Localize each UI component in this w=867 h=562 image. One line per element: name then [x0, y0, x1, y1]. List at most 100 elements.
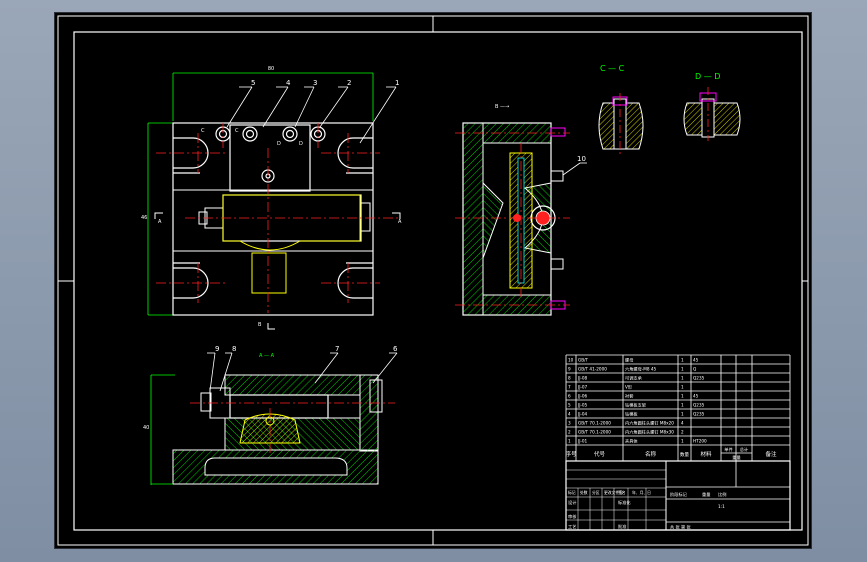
bom-mat: 45 — [693, 394, 699, 399]
bom-qty: 2 — [681, 430, 684, 435]
cad-drawing: 80 46 40 C C D D A A B 5 4 3 2 1 A — A 9… — [57, 15, 809, 546]
bom-header-unit: 单件 — [724, 446, 732, 453]
section-right-wall — [359, 374, 379, 452]
tb-process: 工艺 — [568, 524, 576, 529]
bom-header-no: 序号 — [565, 450, 577, 458]
tb-review: 审核 — [568, 513, 577, 520]
tb-row1-cell: 处数 — [580, 490, 588, 495]
bom-header-name: 名称 — [645, 450, 657, 458]
label-d-2: D — [299, 141, 303, 147]
bom-no: 2 — [568, 430, 571, 435]
balloon-6: 6 — [393, 345, 398, 353]
bom-mat: Q235 — [693, 376, 705, 381]
side-view-b: B —→ 10 — [455, 104, 587, 316]
bom-no: 3 — [568, 421, 571, 426]
bushing-holes — [215, 126, 326, 183]
dim-left-text: 46 — [141, 215, 147, 221]
bom-header-weight: 重量 — [732, 454, 740, 461]
tb-row1-cell: 分区 — [592, 490, 600, 495]
label-a-left: A — [158, 219, 162, 225]
tb-row1-cell: 年、月、日 — [632, 490, 651, 495]
label-c-1: C — [201, 128, 205, 134]
section-dd: D — D — [683, 72, 741, 141]
balloon-8: 8 — [232, 345, 236, 353]
base-body — [172, 122, 374, 316]
bom-qty: 1 — [681, 376, 684, 381]
bom-header-mat: 材料 — [700, 450, 712, 458]
bom-mat: 45 — [693, 358, 699, 363]
bom-code: JJ-05 — [577, 403, 587, 408]
label-b: B — [258, 322, 262, 328]
bom-no: 6 — [568, 394, 571, 399]
bom-code: JJ-04 — [577, 412, 587, 417]
bom-name: 夹具体 — [625, 438, 638, 445]
dim-top-text: 80 — [268, 66, 274, 72]
bom-no: 9 — [568, 367, 571, 372]
balloon-1: 1 — [395, 79, 399, 87]
balloon-7: 7 — [335, 345, 339, 353]
bom-code: JJ-08 — [577, 376, 587, 381]
section-view-aa: A — A — [151, 353, 395, 485]
bom-name: 钻模板支架 — [625, 402, 646, 409]
bom-qty: 1 — [681, 403, 684, 408]
balloon-4: 4 — [286, 79, 291, 87]
bom-code: GB/T 70.1-2000 — [578, 430, 611, 435]
tb-weight: 重量 — [702, 491, 710, 498]
bom-no: 7 — [568, 385, 571, 390]
bom-header-total: 总计 — [740, 446, 748, 453]
centering-marks — [58, 16, 808, 545]
label-d-1: D — [277, 141, 281, 147]
bom-code: GB/T 70.1-2000 — [578, 421, 611, 426]
section-balloons: 9 8 7 6 — [215, 345, 398, 353]
tb-row1-cell: 签名 — [618, 490, 626, 495]
balloon-5: 5 — [251, 79, 255, 87]
tb-approve: 批准 — [618, 523, 626, 530]
bom-name: 内六角圆柱头螺钉 M8x30 — [625, 429, 674, 436]
title-block: 标记 处数 分区 更改文件号签名 年、月、日设计 标准化审核工艺 批准阶段标记 重量 比例1:1… — [565, 460, 791, 531]
front-balloons: 5 4 3 2 1 — [251, 79, 399, 87]
tb-scale: 比例 — [718, 491, 726, 498]
bom-name: V形 — [625, 384, 633, 391]
balloon-10: 10 — [577, 155, 586, 163]
bom-qty: 1 — [681, 385, 684, 390]
bom-code: JJ-07 — [577, 385, 587, 390]
outer-border — [57, 15, 809, 546]
bom-name: 六角螺母-M8 45 — [625, 366, 657, 373]
bom-code: JJ-01 — [577, 439, 587, 444]
tb-scale-value: 1:1 — [718, 504, 725, 509]
label-a-right: A — [398, 219, 402, 225]
bom-qty: 4 — [681, 421, 684, 426]
bom-no: 8 — [568, 376, 571, 381]
lower-block — [251, 252, 287, 294]
tb-row1-cell: 标记 — [568, 490, 576, 495]
tb-stage: 阶段标记 — [670, 491, 688, 498]
bom-header-code: 代号 — [594, 450, 606, 458]
bom-name: 螺母 — [625, 357, 633, 364]
bom-name: 内六角圆柱头螺钉 M8x20 — [625, 420, 674, 427]
bom-qty: 1 — [681, 358, 684, 363]
balloon-3: 3 — [313, 79, 317, 87]
front-centerlines — [156, 123, 400, 313]
tb-sheets: 共 张 第 张 — [670, 524, 692, 531]
bom-code: GB/T 41-2000 — [578, 367, 607, 372]
label-aa: A — A — [259, 353, 275, 359]
bom-code: GB/T — [578, 358, 589, 363]
workpiece-outline — [222, 194, 361, 251]
bom-code: JJ-06 — [577, 394, 587, 399]
bom-table: 10 GB/T 螺母 1 459 GB/T 41-2000 六角螺母-M8 45 1 Q8 JJ-… — [565, 354, 791, 462]
bom-qty: 1 — [681, 394, 684, 399]
dim-bottom-left-text: 40 — [143, 425, 149, 431]
drawing-canvas: 80 46 40 C C D D A A B 5 4 3 2 1 A — A 9… — [55, 13, 811, 548]
bom-no: 5 — [568, 403, 571, 408]
bom-no: 4 — [568, 412, 571, 417]
bom-mat: Q235 — [693, 412, 705, 417]
tb-std: 标准化 — [618, 499, 631, 506]
section-upper-body — [224, 374, 361, 396]
bom-mat: HT200 — [693, 439, 707, 444]
bom-mat: Q235 — [693, 403, 705, 408]
bom-header-qty: 数量 — [680, 451, 689, 458]
tb-design: 设计 — [568, 499, 576, 506]
view-arrow-b: B —→ — [495, 104, 509, 110]
bom-qty: 1 — [681, 439, 684, 444]
section-c-title: C — C — [600, 64, 625, 73]
